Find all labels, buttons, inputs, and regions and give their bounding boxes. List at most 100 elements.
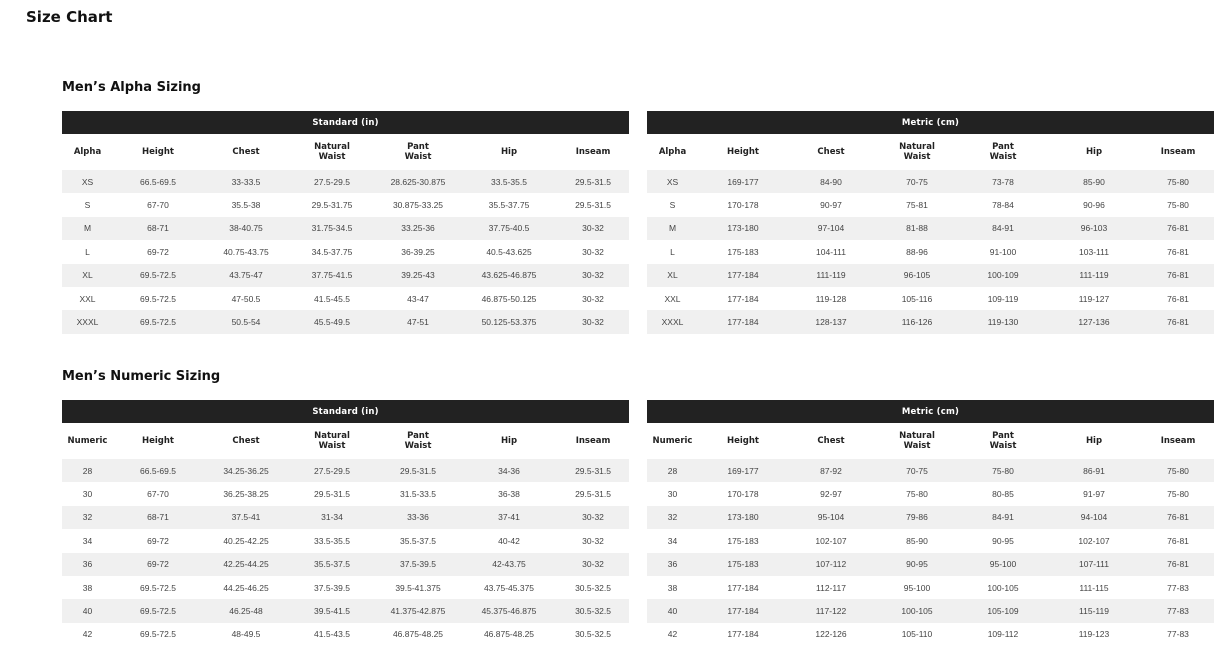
table-cell: 30-32 [557,240,630,264]
table-cell: 84-91 [960,505,1046,530]
table-cell: 30-32 [557,310,630,334]
column-header: Chest [203,423,289,459]
table-row: 40 177-184 117-122 100-105 105-109 115-119 77-… [647,599,1214,623]
table-cell: 94-104 [1046,505,1142,530]
table-cell: 40.25-42.25 [203,529,289,553]
column-header: Natural Waist [289,134,375,170]
table-cell: 173-180 [698,216,788,241]
table-cell: 78-84 [960,193,1046,217]
table-cell: 77-83 [1142,599,1214,623]
column-header: Hip [461,134,557,170]
table-cell: 119-128 [788,286,874,311]
table-cell: XL [647,263,698,287]
table-row: L 69-72 40.75-43.75 34.5-37.75 36-39.25 40.5-… [62,240,630,264]
table-body: XS 66.5-69.5 33-33.5 27.5-29.5 28.625-30.875… [62,170,630,334]
table-cell: S [62,193,113,217]
table-row: XL 177-184 111-119 96-105 100-109 111-119 76-8… [647,263,1214,287]
table-cell: 119-123 [1046,622,1142,647]
table-body: 28 169-177 87-92 70-75 75-80 86-91 75-80 30 170-… [647,459,1214,647]
table-cell: 91-97 [1046,482,1142,506]
table-cell: 75-81 [874,193,960,217]
table-cell: 112-117 [788,575,874,600]
table-cell: 34 [62,529,113,553]
table-cell: 29.5-31.5 [557,482,630,506]
table-cell: 111-119 [788,263,874,287]
table-cell: 68-71 [113,216,203,241]
table-cell: 102-107 [1046,529,1142,553]
table-row: 28 169-177 87-92 70-75 75-80 86-91 75-80 [647,459,1214,483]
table-row: 40 69.5-72.5 46.25-48 39.5-41.5 41.375-42.87… [62,599,630,623]
table-row: M 68-71 38-40.75 31.75-34.5 33.25-36 37.75-40… [62,216,630,241]
table-cell: 128-137 [788,310,874,334]
table-cell: 73-78 [960,170,1046,194]
section-title-numeric: Men’s Numeric Sizing [62,369,221,384]
table-cell: 33-33.5 [203,170,289,194]
table-cell: 95-104 [788,505,874,530]
table-cell: 92-97 [788,482,874,506]
table-cell: 37.5-39.5 [289,575,375,600]
table-group-header: Metric (cm) [647,111,1214,134]
column-header: Numeric [647,423,698,459]
table-cell: 175-183 [698,552,788,576]
table-cell: 111-119 [1046,263,1142,287]
table-row: 42 69.5-72.5 48-49.5 41.5-43.5 46.875-48.25 4… [62,622,630,647]
table-cell: 177-184 [698,575,788,600]
table-cell: 30-32 [557,552,630,576]
table-row: XXL 177-184 119-128 105-116 109-119 119-127 76… [647,286,1214,311]
table-cell: 173-180 [698,505,788,530]
table-cell: 38 [62,575,113,600]
table-cell: 115-119 [1046,599,1142,623]
table-cell: 105-110 [874,622,960,647]
section-title-alpha: Men’s Alpha Sizing [62,80,201,95]
table-cell: 37.5-39.5 [375,552,461,576]
table-cell: 39.5-41.5 [289,599,375,623]
column-header-row: Numeric Height Chest Natural Waist Pant Wais… [647,423,1214,459]
table-cell: 29.5-31.5 [557,193,630,217]
table-cell: 36.25-38.25 [203,482,289,506]
numeric-standard-table: Standard (in) Numeric Height Chest Natural … [62,400,630,647]
table-cell: 116-126 [874,310,960,334]
table-cell: 105-109 [960,599,1046,623]
table-cell: 67-70 [113,193,203,217]
table-cell: 43.75-45.375 [461,575,557,600]
table-cell: 76-81 [1142,216,1214,241]
table-cell: 85-90 [874,529,960,553]
table-cell: 84-91 [960,216,1046,241]
column-header: Pant Waist [960,423,1046,459]
table-cell: 102-107 [788,529,874,553]
table-cell: 34.25-36.25 [203,459,289,483]
table-cell: 177-184 [698,622,788,647]
table-cell: 43.625-46.875 [461,263,557,287]
table-cell: 30 [647,482,698,506]
table-cell: 111-115 [1046,575,1142,600]
table-cell: 76-81 [1142,286,1214,311]
column-header-row: Alpha Height Chest Natural Waist Pant Waist H… [62,134,630,170]
table-cell: 68-71 [113,505,203,530]
column-header: Height [113,134,203,170]
table-row: XS 169-177 84-90 70-75 73-78 85-90 75-80 [647,170,1214,194]
table-cell: 69.5-72.5 [113,599,203,623]
table-group-header: Metric (cm) [647,400,1214,423]
table-cell: XS [647,170,698,194]
table-cell: 117-122 [788,599,874,623]
table-cell: 41.5-45.5 [289,286,375,311]
column-header: Alpha [62,134,113,170]
table-cell: 34-36 [461,459,557,483]
column-header: Height [113,423,203,459]
table-cell: 30.5-32.5 [557,622,630,647]
table-cell: 95-100 [874,575,960,600]
table-cell: 122-126 [788,622,874,647]
table-cell: 95-100 [960,552,1046,576]
table-cell: 47-50.5 [203,286,289,311]
table-cell: 100-105 [960,575,1046,600]
column-header: Hip [1046,134,1142,170]
column-header: Natural Waist [874,423,960,459]
table-cell: 33.5-35.5 [289,529,375,553]
table-cell: 77-83 [1142,575,1214,600]
table-cell: M [62,216,113,241]
table-group-header: Standard (in) [62,400,630,423]
table-cell: 30-32 [557,286,630,311]
table-cell: 90-96 [1046,193,1142,217]
table-cell: 100-105 [874,599,960,623]
table-cell: 69.5-72.5 [113,310,203,334]
